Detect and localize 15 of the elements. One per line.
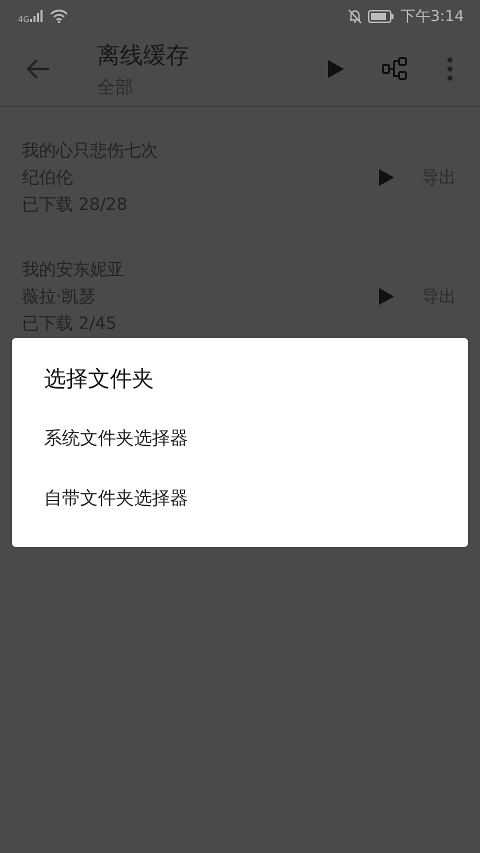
status-time: 下午3:14 [400, 6, 464, 26]
network-label: 4G [18, 14, 30, 24]
bell-off-icon [348, 8, 362, 24]
dialog-title: 选择文件夹 [43, 366, 155, 394]
wifi-icon [50, 9, 68, 23]
play-icon[interactable] [328, 60, 344, 78]
play-icon[interactable] [379, 288, 394, 304]
battery-icon [368, 10, 394, 22]
dialog-option[interactable]: 系统文件夹选择器 [12, 408, 468, 468]
play-icon[interactable] [379, 168, 394, 186]
dialog-option[interactable]: 自带文件夹选择器 [12, 468, 468, 528]
more-icon[interactable] [446, 57, 454, 81]
back-arrow-icon[interactable] [26, 58, 50, 80]
signal-icon [30, 10, 44, 22]
folder-tree-icon[interactable] [382, 57, 408, 81]
